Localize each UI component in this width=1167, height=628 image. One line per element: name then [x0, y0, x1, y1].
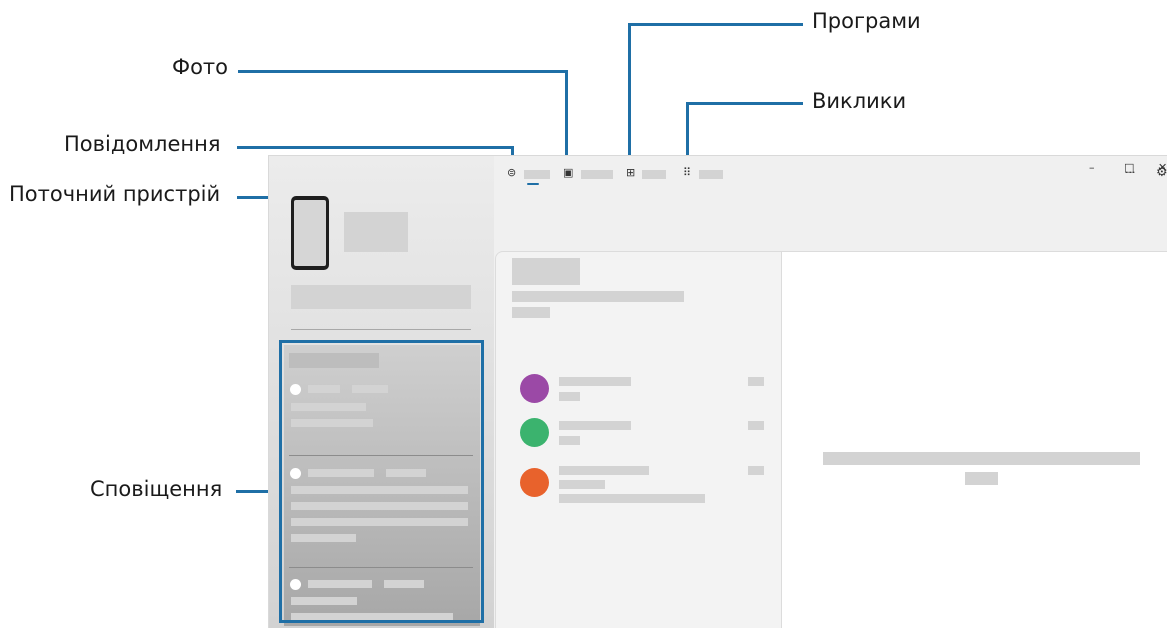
phone-device-icon[interactable] — [291, 196, 329, 270]
chat-bubble-icon: ⊜ — [507, 166, 517, 179]
photo-icon: ▣ — [563, 166, 574, 179]
empty-state-text-placeholder — [823, 452, 1140, 465]
list-item[interactable] — [496, 373, 782, 407]
callout-line-photos — [238, 70, 568, 73]
device-name-placeholder — [344, 212, 408, 252]
tab-messages[interactable]: ⊜ — [505, 165, 557, 187]
callout-notifications-label: Сповіщення — [90, 477, 223, 501]
contact-preview-placeholder — [559, 392, 580, 401]
contact-time-placeholder — [748, 421, 764, 430]
settings-icon[interactable]: ⚙ — [1156, 165, 1167, 180]
tab-label-placeholder — [524, 170, 550, 179]
contact-time-placeholder — [748, 377, 764, 386]
contact-name-placeholder — [559, 466, 649, 475]
contact-preview-placeholder — [559, 436, 580, 445]
contact-preview-placeholder — [559, 494, 705, 503]
detail-panel — [781, 251, 1167, 628]
callout-messages-label: Повідомлення — [64, 132, 221, 156]
contact-preview-placeholder — [559, 480, 605, 489]
tab-label-placeholder — [642, 170, 666, 179]
contact-time-placeholder — [748, 466, 764, 475]
callout-line-messages — [237, 146, 514, 149]
content-subtitle-placeholder — [512, 307, 550, 318]
apps-grid-icon: ⊞ — [626, 166, 636, 179]
tab-photos[interactable]: ▣ — [561, 165, 617, 187]
list-item[interactable] — [496, 466, 782, 506]
callout-current-device-label: Поточний пристрій — [9, 182, 221, 206]
callout-line-photos-v — [565, 70, 568, 163]
sidebar-divider — [291, 329, 471, 330]
callout-calls-label: Виклики — [812, 89, 907, 113]
more-options-button[interactable]: ··· — [1125, 166, 1136, 179]
content-title-placeholder — [512, 258, 580, 285]
dialpad-icon: ⠿ — [683, 166, 692, 179]
callout-line-programs — [628, 23, 803, 26]
avatar — [520, 418, 549, 447]
callout-line-programs-v — [628, 23, 631, 163]
contact-name-placeholder — [559, 377, 631, 386]
device-status-placeholder — [291, 285, 471, 309]
callout-line-calls-v — [686, 102, 689, 162]
tab-apps[interactable]: ⊞ — [624, 165, 670, 187]
list-item[interactable] — [496, 417, 782, 451]
notifications-highlight-outline — [279, 340, 484, 623]
content-panel — [495, 251, 782, 628]
callout-programs-label: Програми — [812, 9, 921, 33]
callout-line-calls — [686, 102, 803, 105]
tab-label-placeholder — [581, 170, 613, 179]
tab-label-placeholder — [699, 170, 723, 179]
callout-photos-label: Фото — [172, 55, 229, 79]
contact-name-placeholder — [559, 421, 631, 430]
active-tab-indicator — [527, 183, 539, 185]
avatar — [520, 468, 549, 497]
content-subtitle-placeholder — [512, 291, 684, 302]
tab-calls[interactable]: ⠿ — [681, 165, 727, 187]
avatar — [520, 374, 549, 403]
empty-state-subtext-placeholder — [965, 472, 998, 485]
minimize-button[interactable]: – — [1089, 161, 1095, 174]
